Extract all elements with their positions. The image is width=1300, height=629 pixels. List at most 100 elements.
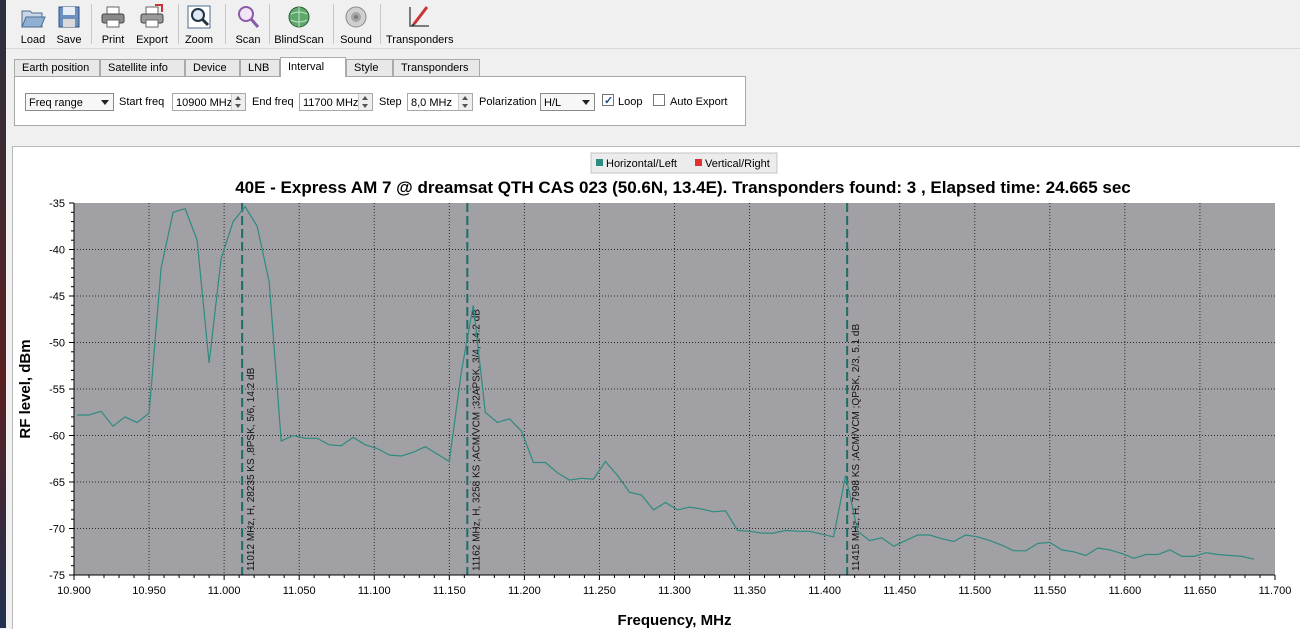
- x-tick-label: 11.450: [883, 585, 916, 597]
- floppy-disk-icon: [58, 6, 80, 28]
- legend-swatch-horizontal: [596, 159, 603, 166]
- transponder-marker-label: 11162 MHz, H, 3258 KS ;ACM/VCM ;32APSK, …: [471, 309, 482, 571]
- y-tick-label: -70: [49, 524, 65, 536]
- toolbar-separator: [225, 4, 226, 44]
- scan-button[interactable]: Scan: [232, 3, 264, 46]
- sound-label: Sound: [340, 34, 372, 46]
- tab-device[interactable]: Device: [185, 59, 240, 76]
- chart-title: 40E - Express AM 7 @ dreamsat QTH CAS 02…: [235, 178, 1131, 197]
- x-tick-label: 11.100: [358, 585, 391, 597]
- load-label: Load: [20, 34, 46, 46]
- checkbox-unchecked-icon[interactable]: [653, 94, 665, 106]
- x-tick-label: 11.150: [433, 585, 466, 597]
- print-button[interactable]: Print: [98, 3, 128, 46]
- folder-open-icon: [21, 10, 46, 28]
- export-label: Export: [136, 34, 168, 46]
- toolbar-separator: [178, 4, 179, 44]
- tab-interval[interactable]: Interval: [280, 57, 346, 77]
- loop-label: Loop: [618, 96, 643, 108]
- print-label: Print: [101, 34, 125, 46]
- x-tick-label: 11.350: [733, 585, 766, 597]
- toolbar-separator: [333, 4, 334, 44]
- tab-style[interactable]: Style: [346, 59, 393, 76]
- auto-export-label: Auto Export: [670, 96, 728, 108]
- toolbar-separator: [269, 4, 270, 44]
- y-axis-label: RF level, dBm: [17, 339, 34, 438]
- x-tick-label: 10.950: [132, 585, 166, 597]
- load-button[interactable]: Load: [18, 3, 48, 46]
- pencil-chart-icon: [409, 6, 429, 27]
- end-freq-value: 11700 MHz: [303, 97, 359, 109]
- x-axis-label: Frequency, MHz: [618, 612, 732, 629]
- end-freq-label: End freq: [252, 96, 294, 108]
- x-tick-label: 11.500: [958, 585, 991, 597]
- export-printer-icon: [140, 4, 164, 28]
- polarization-label: Polarization: [479, 96, 537, 108]
- chevron-down-icon: [582, 100, 590, 105]
- x-tick-label: 11.200: [508, 585, 541, 597]
- sound-button[interactable]: Sound: [338, 3, 374, 46]
- tab-satellite-info[interactable]: Satellite info: [100, 59, 185, 76]
- y-tick-label: -65: [49, 477, 65, 489]
- scan-magnifier-icon: [238, 6, 260, 28]
- printer-icon: [101, 6, 125, 28]
- y-tick-label: -35: [49, 198, 65, 210]
- transponder-marker-label: 11012 MHz, H, 28235 KS ,8PSK, 5/6, 14.2 …: [246, 367, 257, 571]
- legend-horizontal[interactable]: Horizontal/Left: [606, 158, 677, 170]
- start-freq-spinbox[interactable]: 10900 MHz: [172, 93, 246, 111]
- polarization-select[interactable]: H/L: [540, 93, 595, 111]
- zoom-button[interactable]: Zoom: [184, 3, 214, 46]
- step-value: 8,0 MHz: [411, 97, 452, 109]
- y-tick-label: -50: [49, 338, 65, 350]
- polarization-value: H/L: [544, 97, 562, 109]
- x-tick-label: 11.000: [208, 585, 241, 597]
- range-mode-value: Freq range: [29, 97, 83, 109]
- scan-label: Scan: [235, 34, 261, 46]
- chevron-down-icon: [101, 100, 109, 105]
- y-tick-label: -55: [49, 384, 65, 396]
- y-tick-label: -75: [49, 570, 65, 582]
- y-tick-label: -40: [49, 245, 65, 257]
- x-tick-label: 11.400: [808, 585, 841, 597]
- step-label: Step: [379, 96, 402, 108]
- y-tick-label: -45: [49, 291, 65, 303]
- auto-export-checkbox[interactable]: Auto Export: [653, 93, 733, 111]
- magnifier-icon: [187, 5, 211, 29]
- zoom-label: Zoom: [184, 34, 214, 46]
- toolbar-separator: [91, 4, 92, 44]
- tab-lnb[interactable]: LNB: [240, 59, 280, 76]
- transponders-button[interactable]: Transponders: [386, 3, 454, 46]
- legend-vertical[interactable]: Vertical/Right: [705, 158, 770, 170]
- spin-arrows-icon[interactable]: [358, 94, 372, 110]
- range-mode-select[interactable]: Freq range: [25, 93, 114, 111]
- start-freq-label: Start freq: [119, 96, 165, 108]
- y-tick-label: -60: [49, 431, 65, 443]
- spin-arrows-icon[interactable]: [231, 94, 245, 110]
- export-button[interactable]: Export: [134, 3, 170, 46]
- window-left-edge: [0, 0, 6, 628]
- toolbar-separator: [380, 4, 381, 44]
- transponders-label: Transponders: [386, 34, 454, 46]
- tab-transponders[interactable]: Transponders: [393, 59, 480, 76]
- x-tick-label: 11.050: [283, 585, 316, 597]
- x-tick-label: 11.650: [1184, 585, 1217, 597]
- blindscan-label: BlindScan: [274, 34, 324, 46]
- loop-checkbox[interactable]: Loop: [602, 92, 648, 111]
- x-tick-label: 11.550: [1033, 585, 1066, 597]
- blindscan-button[interactable]: BlindScan: [272, 3, 326, 46]
- x-tick-label: 11.300: [658, 585, 691, 597]
- spectrum-chart-frame: Horizontal/Left Vertical/Right 40E - Exp…: [12, 146, 1300, 629]
- end-freq-spinbox[interactable]: 11700 MHz: [299, 93, 373, 111]
- toolbar: Load Save Print Export Zoom Scan BlindSc…: [6, 0, 1300, 49]
- step-spinbox[interactable]: 8,0 MHz: [407, 93, 473, 111]
- spectrum-chart[interactable]: Horizontal/Left Vertical/Right 40E - Exp…: [13, 147, 1300, 629]
- tab-earth-position[interactable]: Earth position: [14, 59, 100, 76]
- spin-arrows-icon[interactable]: [458, 94, 472, 110]
- legend-swatch-vertical: [695, 159, 702, 166]
- x-tick-label: 11.700: [1259, 585, 1292, 597]
- checkbox-checked-icon[interactable]: [602, 92, 614, 110]
- save-button[interactable]: Save: [54, 3, 84, 46]
- x-tick-label: 10.900: [57, 585, 91, 597]
- save-label: Save: [56, 34, 82, 46]
- x-tick-label: 11.600: [1108, 585, 1141, 597]
